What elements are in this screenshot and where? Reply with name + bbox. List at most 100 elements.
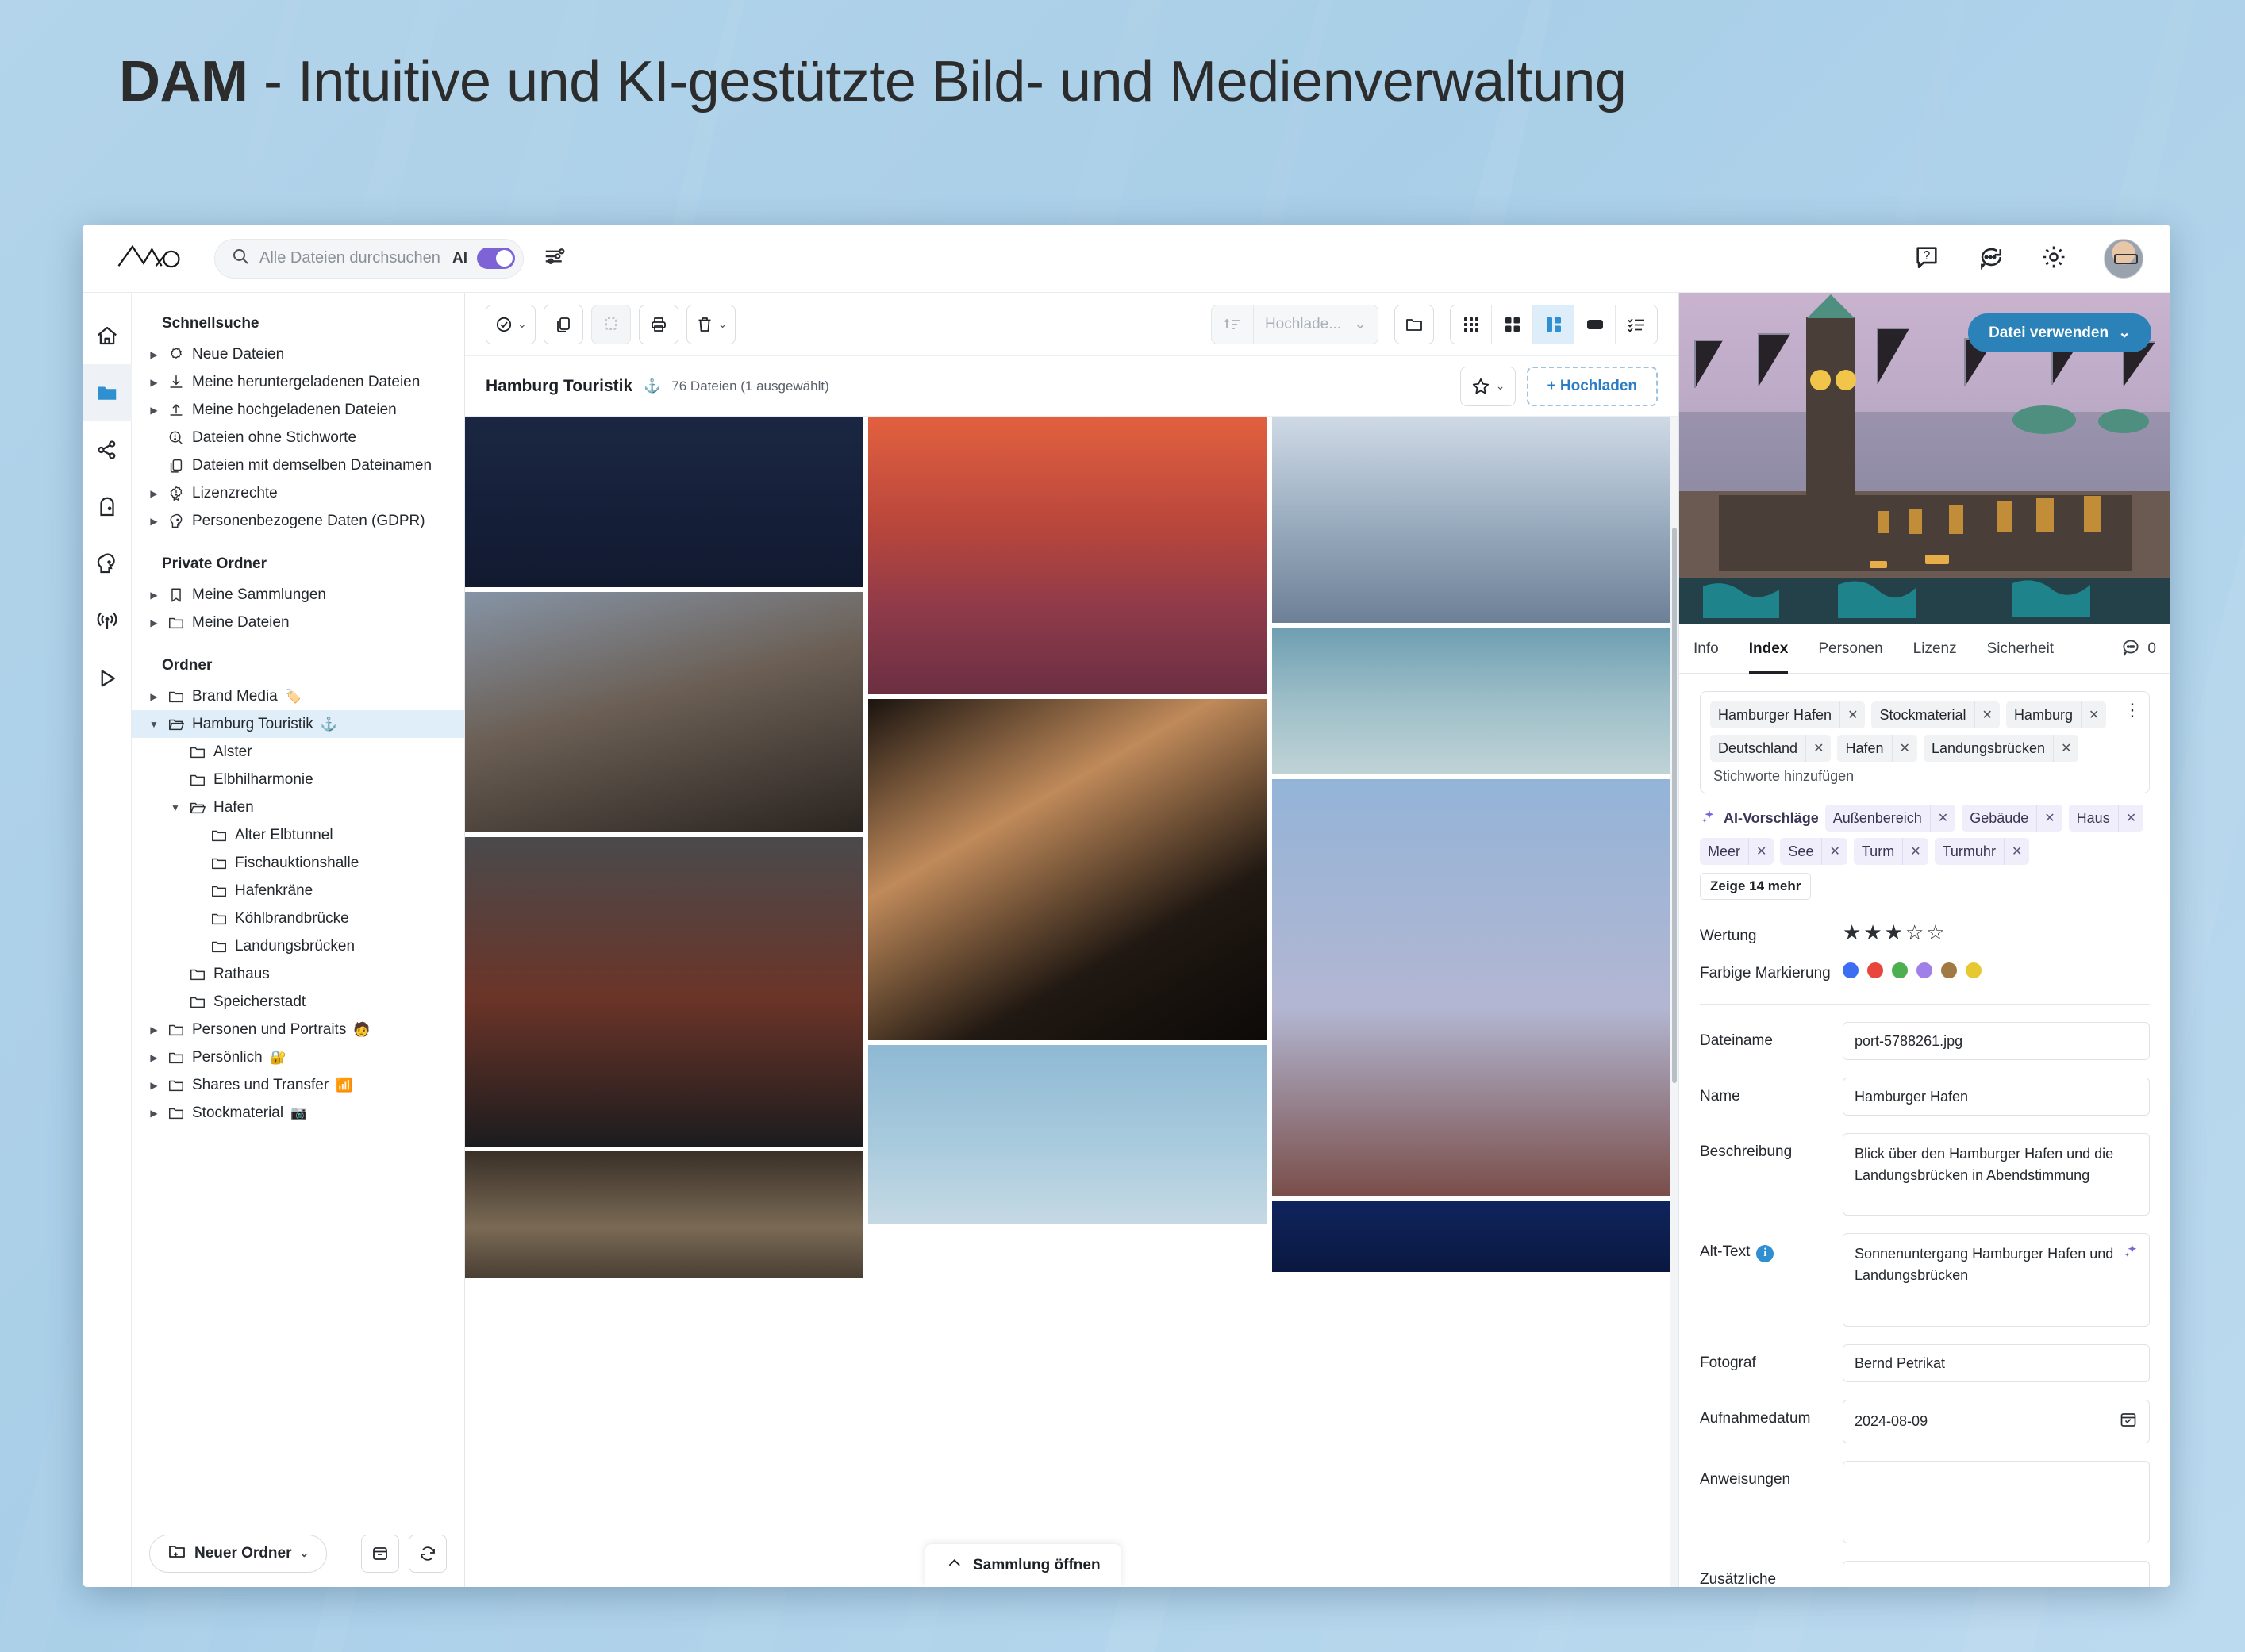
keyword-chip[interactable]: Deutschland ✕ (1710, 735, 1832, 762)
sort-ascending-icon[interactable] (1212, 305, 1254, 344)
tile-branch-sky[interactable] (868, 1045, 1267, 1224)
refresh-button[interactable] (409, 1534, 447, 1573)
rail-share-icon[interactable] (83, 421, 132, 478)
tree-item-speicherstadt[interactable]: ▶Speicherstadt (132, 988, 464, 1016)
filter-settings-icon[interactable] (543, 244, 567, 272)
caret-down-icon[interactable]: ▼ (148, 719, 160, 730)
tree-item-lizenzrechte[interactable]: ▶ Lizenzrechte (132, 479, 464, 507)
tree-item-stockmaterial[interactable]: ▶ Stockmaterial 📷 (132, 1099, 464, 1127)
use-file-button[interactable]: Datei verwenden ⌄ (1968, 313, 2151, 352)
field-input-name[interactable]: Hamburger Hafen (1843, 1078, 2150, 1116)
folder-view-button[interactable] (1394, 304, 1434, 344)
tile-elbphilharmonie-day[interactable] (1271, 779, 1670, 1196)
sort-select[interactable]: Hochlade... ⌄ (1254, 315, 1378, 333)
caret-right-icon[interactable]: ▶ (148, 488, 160, 499)
keyword-chip[interactable]: Landungsbrücken ✕ (1923, 735, 2079, 762)
grid-scrollbar[interactable] (1670, 417, 1678, 1587)
caret-right-icon[interactable]: ▶ (148, 349, 160, 360)
tree-item-shares-und-transfer[interactable]: ▶ Shares und Transfer 📶 (132, 1071, 464, 1099)
ai-generate-icon[interactable] (2122, 1242, 2139, 1266)
ai-suggestion-chip[interactable]: Gebäude ✕ (1962, 805, 2062, 832)
tree-item-brand-media[interactable]: ▶ Brand Media 🏷️ (132, 682, 464, 710)
search-box[interactable]: Alle Dateien durchsuchen AI (214, 238, 524, 279)
remove-chip-icon[interactable]: ✕ (1748, 838, 1774, 865)
tree-item-hafenkräne[interactable]: ▶Hafenkräne (132, 877, 464, 905)
add-keyword-placeholder[interactable]: Stichworte hinzufügen (1710, 768, 1857, 785)
color-marker-dot[interactable] (1941, 962, 1957, 978)
rating-stars[interactable]: ★ ★ ★ ☆ ☆ (1843, 917, 2150, 943)
field-input-fotograf[interactable]: Bernd Petrikat (1843, 1344, 2150, 1383)
keywords-box[interactable]: Hamburger Hafen ✕ Stockmaterial ✕ Hamburg ✕ De… (1700, 691, 2150, 793)
caret-right-icon[interactable]: ▶ (148, 377, 160, 388)
remove-chip-icon[interactable]: ✕ (2003, 838, 2029, 865)
help-icon[interactable]: ? (1913, 244, 1940, 275)
tree-item-personen-und-portraits[interactable]: ▶ Personen und Portraits 🧑 (132, 1016, 464, 1043)
calendar-icon[interactable] (2119, 1410, 2138, 1433)
tab-personen[interactable]: Personen (1818, 624, 1882, 674)
star-filled-icon[interactable]: ★ (1863, 922, 1882, 943)
remove-chip-icon[interactable]: ✕ (1902, 838, 1928, 865)
view-single[interactable] (1574, 305, 1616, 344)
field-input-dateiname[interactable]: port-5788261.jpg (1843, 1022, 2150, 1061)
color-marker-dot[interactable] (1892, 962, 1908, 978)
open-collection-chip[interactable]: Sammlung öffnen (925, 1544, 1121, 1587)
new-folder-button[interactable]: Neuer Ordner ⌄ (149, 1534, 328, 1573)
caret-right-icon[interactable]: ▶ (148, 1052, 160, 1063)
tree-item-fischauktionshalle[interactable]: ▶Fischauktionshalle (132, 849, 464, 877)
remove-chip-icon[interactable]: ✕ (1974, 701, 2000, 728)
remove-chip-icon[interactable]: ✕ (1929, 805, 1955, 832)
caret-right-icon[interactable]: ▶ (148, 1108, 160, 1119)
rail-home-icon[interactable] (83, 307, 132, 364)
tree-item-meine-hochgeladenen-dateien[interactable]: ▶ Meine hochgeladenen Dateien (132, 396, 464, 424)
tile-elbphilharmonie-night[interactable] (465, 417, 864, 587)
print-button[interactable] (638, 304, 678, 344)
tile-nightlight[interactable] (1271, 1201, 1670, 1272)
ai-suggestion-chip[interactable]: Haus ✕ (2068, 805, 2144, 832)
select-all-button[interactable]: ⌄ (486, 304, 536, 344)
tile-alster-sunset[interactable] (868, 417, 1267, 694)
avatar[interactable] (2104, 239, 2143, 279)
upload-button[interactable]: + Hochladen (1526, 366, 1658, 406)
tile-dockland[interactable] (1271, 628, 1670, 774)
field-input-zusätzliche-informationen[interactable] (1843, 1561, 2150, 1587)
ai-suggestion-chip[interactable]: Turmuhr ✕ (1934, 838, 2030, 865)
remove-chip-icon[interactable]: ✕ (2080, 701, 2106, 728)
caret-right-icon[interactable]: ▶ (148, 617, 160, 628)
search-input[interactable]: Alle Dateien durchsuchen (259, 249, 443, 267)
field-input-aufnahmedatum[interactable]: 2024-08-09 (1843, 1400, 2150, 1444)
color-marker-dot[interactable] (1843, 962, 1859, 978)
tree-item-köhlbrandbrücke[interactable]: ▶Köhlbrandbrücke (132, 905, 464, 932)
copy-button[interactable] (543, 304, 583, 344)
view-grid-large[interactable] (1492, 305, 1533, 344)
caret-down-icon[interactable]: ▼ (169, 802, 182, 813)
tile-harbour-cranes[interactable] (1271, 417, 1670, 623)
remove-chip-icon[interactable]: ✕ (2117, 805, 2143, 832)
caret-right-icon[interactable]: ▶ (148, 516, 160, 527)
chat-icon[interactable] (1977, 244, 2004, 275)
rail-door-icon[interactable] (83, 478, 132, 536)
caret-right-icon[interactable]: ▶ (148, 590, 160, 601)
tree-item-meine-heruntergeladenen-dateien[interactable]: ▶ Meine heruntergeladenen Dateien (132, 368, 464, 396)
keyword-chip[interactable]: Hafen ✕ (1837, 735, 1917, 762)
tree-item-hafen[interactable]: ▼ Hafen (132, 793, 464, 821)
caret-right-icon[interactable]: ▶ (148, 1080, 160, 1091)
gear-icon[interactable] (2040, 244, 2067, 275)
remove-chip-icon[interactable]: ✕ (2053, 735, 2078, 762)
tree-item-dateien-ohne-stichworte[interactable]: ▶Dateien ohne Stichworte (132, 424, 464, 451)
tree-item-rathaus[interactable]: ▶Rathaus (132, 960, 464, 988)
remove-chip-icon[interactable]: ✕ (2036, 805, 2062, 832)
app-logo-icon[interactable] (116, 242, 192, 275)
ai-suggestion-chip[interactable]: Meer ✕ (1700, 838, 1774, 865)
color-marker-dots[interactable] (1843, 955, 2150, 978)
tile-fischauktionshalle-bw[interactable] (465, 837, 864, 1147)
tree-item-hamburg-touristik[interactable]: ▼ Hamburg Touristik ⚓ (132, 710, 464, 738)
star-empty-icon[interactable]: ☆ (1926, 922, 1944, 943)
field-input-beschreibung[interactable]: Blick über den Hamburger Hafen und die L… (1843, 1133, 2150, 1216)
tree-item-persönlich[interactable]: ▶ Persönlich 🔐 (132, 1043, 464, 1071)
rail-play-icon[interactable] (83, 650, 132, 707)
tree-item-alster[interactable]: ▶Alster (132, 738, 464, 766)
view-list[interactable] (1616, 305, 1657, 344)
tree-item-meine-sammlungen[interactable]: ▶ Meine Sammlungen (132, 581, 464, 609)
rail-folder-icon[interactable] (83, 364, 132, 421)
favorite-button[interactable]: ⌄ (1459, 366, 1516, 406)
